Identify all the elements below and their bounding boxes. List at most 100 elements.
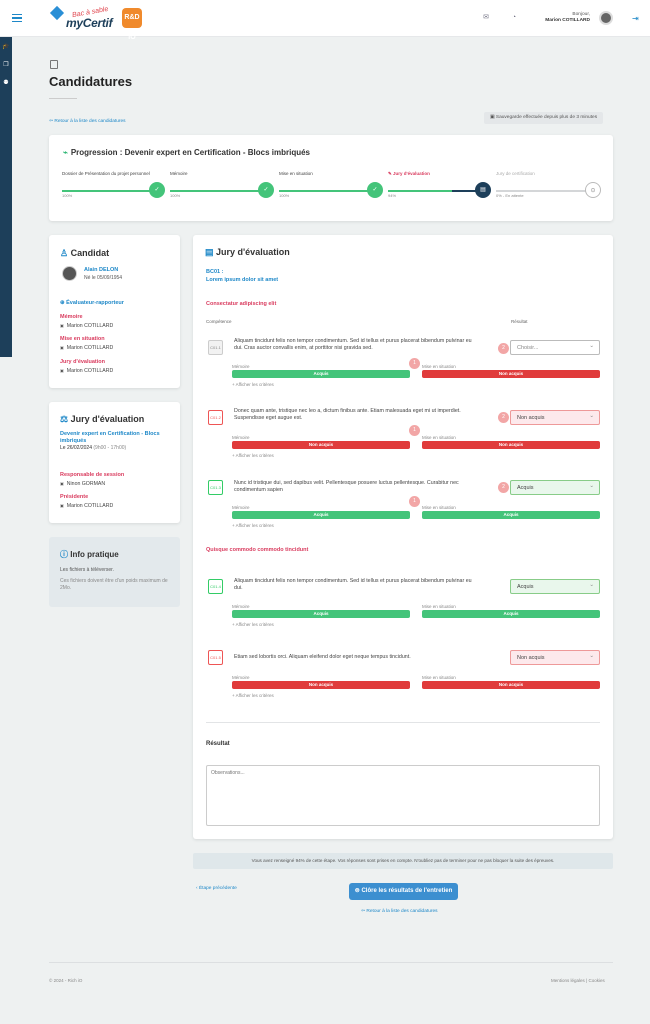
candidate-birthdate: Né le 05/09/1954 <box>84 275 123 281</box>
info-line2: Ces fichiers doivent être d'un poids max… <box>60 578 168 591</box>
jury-date: Le 26/02/2024 <box>60 445 92 451</box>
result-select[interactable]: Acquis <box>510 578 600 594</box>
criteria-text: Nunc id tristique dui, sed dapibus velit… <box>234 480 459 493</box>
footer-divider <box>49 962 613 963</box>
mise-label: Mise en situation <box>60 336 105 342</box>
evaluator-heading: ⊕ Évaluateur-rapporteur <box>60 300 124 306</box>
user-avatar[interactable] <box>599 11 613 25</box>
close-results-button[interactable]: ⊜ Clôre les résultats de l'entretien <box>349 883 458 900</box>
mise-result-bar: Acquis <box>422 610 600 618</box>
criteria-code: C01.1 <box>208 340 223 355</box>
criteria-text: Donec quam ante, tristique nec leo a, di… <box>234 408 461 421</box>
back-to-list-bottom-link[interactable]: ⇦ Retour à la liste des candidatures <box>361 909 438 914</box>
show-criteria-link[interactable]: + Afficher les critères <box>232 622 274 627</box>
president-person: Marion COTILLARD <box>60 503 113 509</box>
memoire-sublabel: Mémoire <box>232 435 250 440</box>
criteria-code: C01.2 <box>208 410 223 425</box>
logo[interactable]: Bac à sable myCertif R&D iO <box>49 6 144 41</box>
criteria-row: C01.5 Etiam sed lobortis orci. Aliquam e… <box>204 645 608 707</box>
note-count-badge[interactable]: 2 <box>498 482 509 493</box>
jury-info-card: ⚖ Jury d'évaluation Devenir expert en Ce… <box>49 402 180 523</box>
note-count-badge[interactable]: 1 <box>409 358 420 369</box>
page-title: Candidatures <box>49 74 133 89</box>
show-criteria-link[interactable]: + Afficher les critères <box>232 693 274 698</box>
graduation-cap-icon[interactable]: 🎓 <box>0 39 12 55</box>
info-heading-text: Info pratique <box>70 550 119 559</box>
mise-result-bar: Non acquis <box>422 370 600 378</box>
mise-result-bar: Acquis <box>422 511 600 519</box>
result-select[interactable]: Non acquis <box>510 649 600 665</box>
col-competence: Compétence <box>206 319 232 324</box>
logout-icon[interactable]: ⇥ <box>632 14 639 23</box>
president-label: Présidente <box>60 494 89 500</box>
help-icon[interactable]: ◔ <box>510 14 518 21</box>
step-label: Jury de certification <box>496 171 535 176</box>
mise-person: Marion COTILLARD <box>60 345 113 351</box>
completion-banner: Vous avez renseigné 94% de cette étape. … <box>193 853 613 869</box>
observations-textarea[interactable] <box>206 765 600 826</box>
copy-icon[interactable]: ❐ <box>0 57 12 73</box>
memoire-sublabel: Mémoire <box>232 364 250 369</box>
progression-title: ⌁ Progression : Devenir expert en Certifi… <box>63 148 313 157</box>
previous-step-link[interactable]: ‹ Étape précédente <box>196 886 237 891</box>
back-to-list-link[interactable]: ⇦ Retour à la liste des candidatures <box>49 119 126 124</box>
step-4-bar-done <box>388 190 452 192</box>
show-criteria-link[interactable]: + Afficher les critères <box>232 523 274 528</box>
criteria-row: C01.2 Donec quam ante, tristique nec leo… <box>204 405 608 467</box>
criteria-row: C01.4 Aliquam tincidunt felis non tempor… <box>204 574 608 636</box>
candidate-name[interactable]: Alain DELON <box>84 267 118 273</box>
step-5: Jury de certification 0% - En attente <box>496 171 586 198</box>
mise-result-bar: Non acquis <box>422 681 600 689</box>
result-select[interactable]: Acquis <box>510 479 600 495</box>
step-label: Dossier de Présentation du projet person… <box>62 171 150 176</box>
mail-icon[interactable]: ✉ <box>482 14 490 21</box>
check-icon: ✓ <box>258 182 274 198</box>
show-criteria-link[interactable]: + Afficher les critères <box>232 453 274 458</box>
step-2: Mémoire 100% <box>170 171 260 198</box>
memoire-result-bar: Non acquis <box>232 681 410 689</box>
block-title: Lorem ipsum dolor sit amet <box>206 277 279 283</box>
side-nav: 🎓 ❐ ⚉ <box>0 37 12 357</box>
trend-icon: ⌁ <box>63 148 68 157</box>
jury-course: Devenir expert en Certification - Blocs … <box>60 431 160 444</box>
save-status-text: Sauvegarde effectuée depuis plus de 3 mi… <box>495 115 598 120</box>
result-select[interactable]: Non acquis <box>510 409 600 425</box>
result-select[interactable]: Choisir... <box>510 339 600 355</box>
jury-icon: ⚖ <box>60 414 69 424</box>
users-icon[interactable]: ⚉ <box>0 75 12 91</box>
step-label: Mise en situation <box>279 171 313 176</box>
user-greeting: Bonjour, Marion COTILLARD <box>545 12 590 24</box>
show-criteria-link[interactable]: + Afficher les critères <box>232 382 274 387</box>
menu-icon[interactable] <box>12 14 22 23</box>
note-count-badge[interactable]: 2 <box>498 412 509 423</box>
note-count-badge[interactable]: 1 <box>409 425 420 436</box>
step-pct: 100% <box>170 193 181 198</box>
candidate-heading: ♙ Candidat <box>60 248 109 259</box>
pending-icon: ⊙ <box>585 182 601 198</box>
step-pct: 100% <box>62 193 73 198</box>
back-bottom-label: Retour à la liste des candidatures <box>366 909 438 914</box>
info-icon: ⓘ <box>60 550 68 559</box>
check-icon: ✓ <box>149 182 165 198</box>
footer-links: Mentions légales | Cookies <box>551 978 605 983</box>
user-icon: ♙ <box>60 248 69 258</box>
criteria-row: C01.1 Aliquam tincidunt felis non tempor… <box>204 335 608 397</box>
memoire-person: Marion COTILLARD <box>60 323 113 329</box>
note-count-badge[interactable]: 2 <box>498 343 509 354</box>
logo-badge: R&D iO <box>122 8 142 41</box>
criteria-code: C01.3 <box>208 480 223 495</box>
progression-card: ⌁ Progression : Devenir expert en Certifi… <box>49 135 613 221</box>
top-bar: Bac à sable myCertif R&D iO ✉ ◔ Bonjour,… <box>0 0 650 41</box>
memoire-result-bar: Non acquis <box>232 441 410 449</box>
evaluation-icon: ▤ <box>205 247 214 257</box>
step-label-text: Jury d'évaluation <box>393 171 430 176</box>
step-pct: 94% <box>388 193 397 198</box>
legal-link[interactable]: Mentions légales <box>551 978 585 983</box>
memoire-sublabel: Mémoire <box>232 505 250 510</box>
cookies-link[interactable]: Cookies <box>588 978 604 983</box>
memoire-sublabel: Mémoire <box>232 675 250 680</box>
note-count-badge[interactable]: 1 <box>409 496 420 507</box>
criteria-text: Etiam sed lobortis orci. Aliquam eleifen… <box>234 654 411 660</box>
step-3: Mise en situation 100% <box>279 171 369 198</box>
memoire-label: Mémoire <box>60 314 83 320</box>
